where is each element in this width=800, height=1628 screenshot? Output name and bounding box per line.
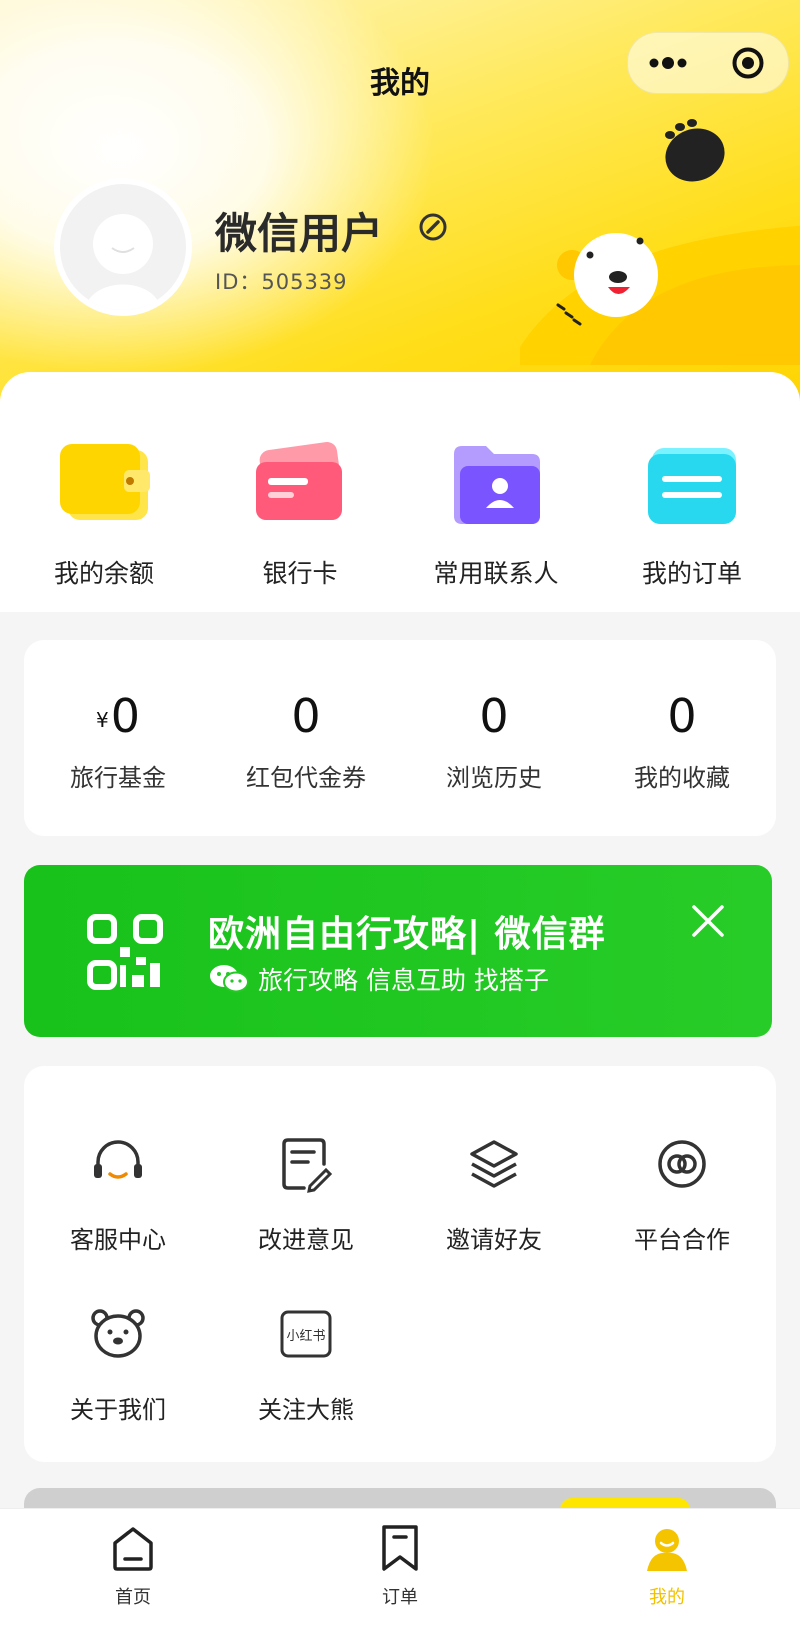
currency-symbol: ¥: [95, 707, 109, 732]
stat-travel-fund[interactable]: ¥0 旅行基金: [24, 688, 212, 793]
tool-partnership[interactable]: 平台合作: [588, 1134, 776, 1255]
stat-value: 0: [291, 689, 321, 743]
stat-value: 0: [479, 689, 509, 743]
quick-action-label: 常用联系人: [433, 559, 559, 588]
bear-mascot-icon: [520, 119, 800, 365]
username: 微信用户: [215, 209, 384, 258]
stats-card: ¥0 旅行基金 0 红包代金券 0 浏览历史 0 我的收藏: [24, 640, 776, 836]
mini-program-capsule: [627, 32, 789, 94]
stat-coupons[interactable]: 0 红包代金券: [212, 688, 400, 793]
bear-icon: [91, 1309, 145, 1358]
avatar[interactable]: [54, 178, 192, 316]
quick-action-bank-card[interactable]: 银行卡: [200, 440, 400, 590]
wechat-icon: [210, 965, 249, 993]
tool-label: 邀请好友: [446, 1226, 542, 1254]
tab-label: 我的: [649, 1587, 685, 1608]
tool-label: 平台合作: [634, 1226, 730, 1254]
stat-label: 我的收藏: [634, 764, 730, 792]
stat-label: 红包代金券: [246, 764, 366, 792]
tool-about-us[interactable]: 关于我们: [24, 1304, 212, 1425]
bookmark-icon: [382, 1525, 418, 1571]
tab-home[interactable]: 首页: [73, 1523, 193, 1609]
tab-bar: 首页 订单 我的: [0, 1508, 800, 1628]
tool-invite-friends[interactable]: 邀请好友: [400, 1134, 588, 1255]
close-mini-program-button[interactable]: [708, 33, 788, 93]
target-icon: [732, 47, 764, 79]
close-icon[interactable]: [688, 901, 728, 941]
feedback-icon: [282, 1138, 333, 1193]
stat-label: 旅行基金: [70, 764, 166, 792]
tool-label: 改进意见: [258, 1226, 354, 1254]
tool-label: 客服中心: [70, 1226, 166, 1254]
stat-value: 0: [110, 689, 140, 743]
quick-action-orders[interactable]: 我的订单: [592, 440, 792, 590]
xiaohongshu-icon: 小红书: [280, 1310, 332, 1358]
home-icon: [113, 1527, 153, 1571]
stat-history[interactable]: 0 浏览历史: [400, 688, 588, 793]
banner-subtitle-row: 旅行攻略 信息互助 找搭子: [208, 961, 549, 997]
quick-action-contacts[interactable]: 常用联系人: [396, 440, 596, 590]
tool-label: 关于我们: [70, 1396, 166, 1424]
wechat-group-banner[interactable]: 欧洲自由行攻略| 微信群 旅行攻略 信息互助 找搭子: [24, 865, 772, 1037]
qr-code-icon: [87, 914, 163, 990]
tool-label: 关注大熊: [258, 1396, 354, 1424]
banner-title: 欧洲自由行攻略| 微信群: [208, 914, 606, 955]
user-id: ID：505339: [215, 270, 348, 294]
quick-action-label: 银行卡: [262, 559, 338, 588]
quick-action-label: 我的余额: [53, 559, 154, 588]
headset-icon: [94, 1140, 142, 1179]
link-icon: [658, 1140, 706, 1188]
icon-text: 小红书: [286, 1328, 325, 1344]
layers-icon: [470, 1140, 518, 1188]
more-button[interactable]: [628, 33, 708, 93]
edit-icon[interactable]: [418, 212, 448, 242]
tab-label: 首页: [115, 1587, 151, 1608]
bank-card-icon: [256, 442, 343, 520]
tab-orders[interactable]: 订单: [340, 1523, 460, 1609]
wallet-icon: [60, 444, 150, 520]
tool-follow-bear[interactable]: 小红书 关注大熊: [212, 1304, 400, 1425]
tab-mine[interactable]: 我的: [607, 1523, 727, 1609]
quick-action-label: 我的订单: [641, 559, 742, 588]
tab-label: 订单: [382, 1587, 418, 1608]
stat-value: 0: [667, 689, 697, 743]
quick-action-balance[interactable]: 我的余额: [4, 440, 204, 590]
tool-feedback[interactable]: 改进意见: [212, 1134, 400, 1255]
services-card: 客服中心 改进意见 邀请好友 平台合作 关于我们 小红书 关注大熊: [24, 1066, 776, 1462]
stat-favorites[interactable]: 0 我的收藏: [588, 688, 776, 793]
default-avatar-icon: [85, 214, 161, 310]
more-dots-icon: [649, 57, 687, 69]
tool-customer-service[interactable]: 客服中心: [24, 1134, 212, 1255]
banner-subtitle: 旅行攻略 信息互助 找搭子: [258, 966, 549, 995]
profile-icon: [647, 1529, 687, 1571]
contacts-folder-icon: [454, 446, 540, 524]
stat-label: 浏览历史: [446, 764, 542, 792]
order-card-icon: [648, 448, 736, 524]
